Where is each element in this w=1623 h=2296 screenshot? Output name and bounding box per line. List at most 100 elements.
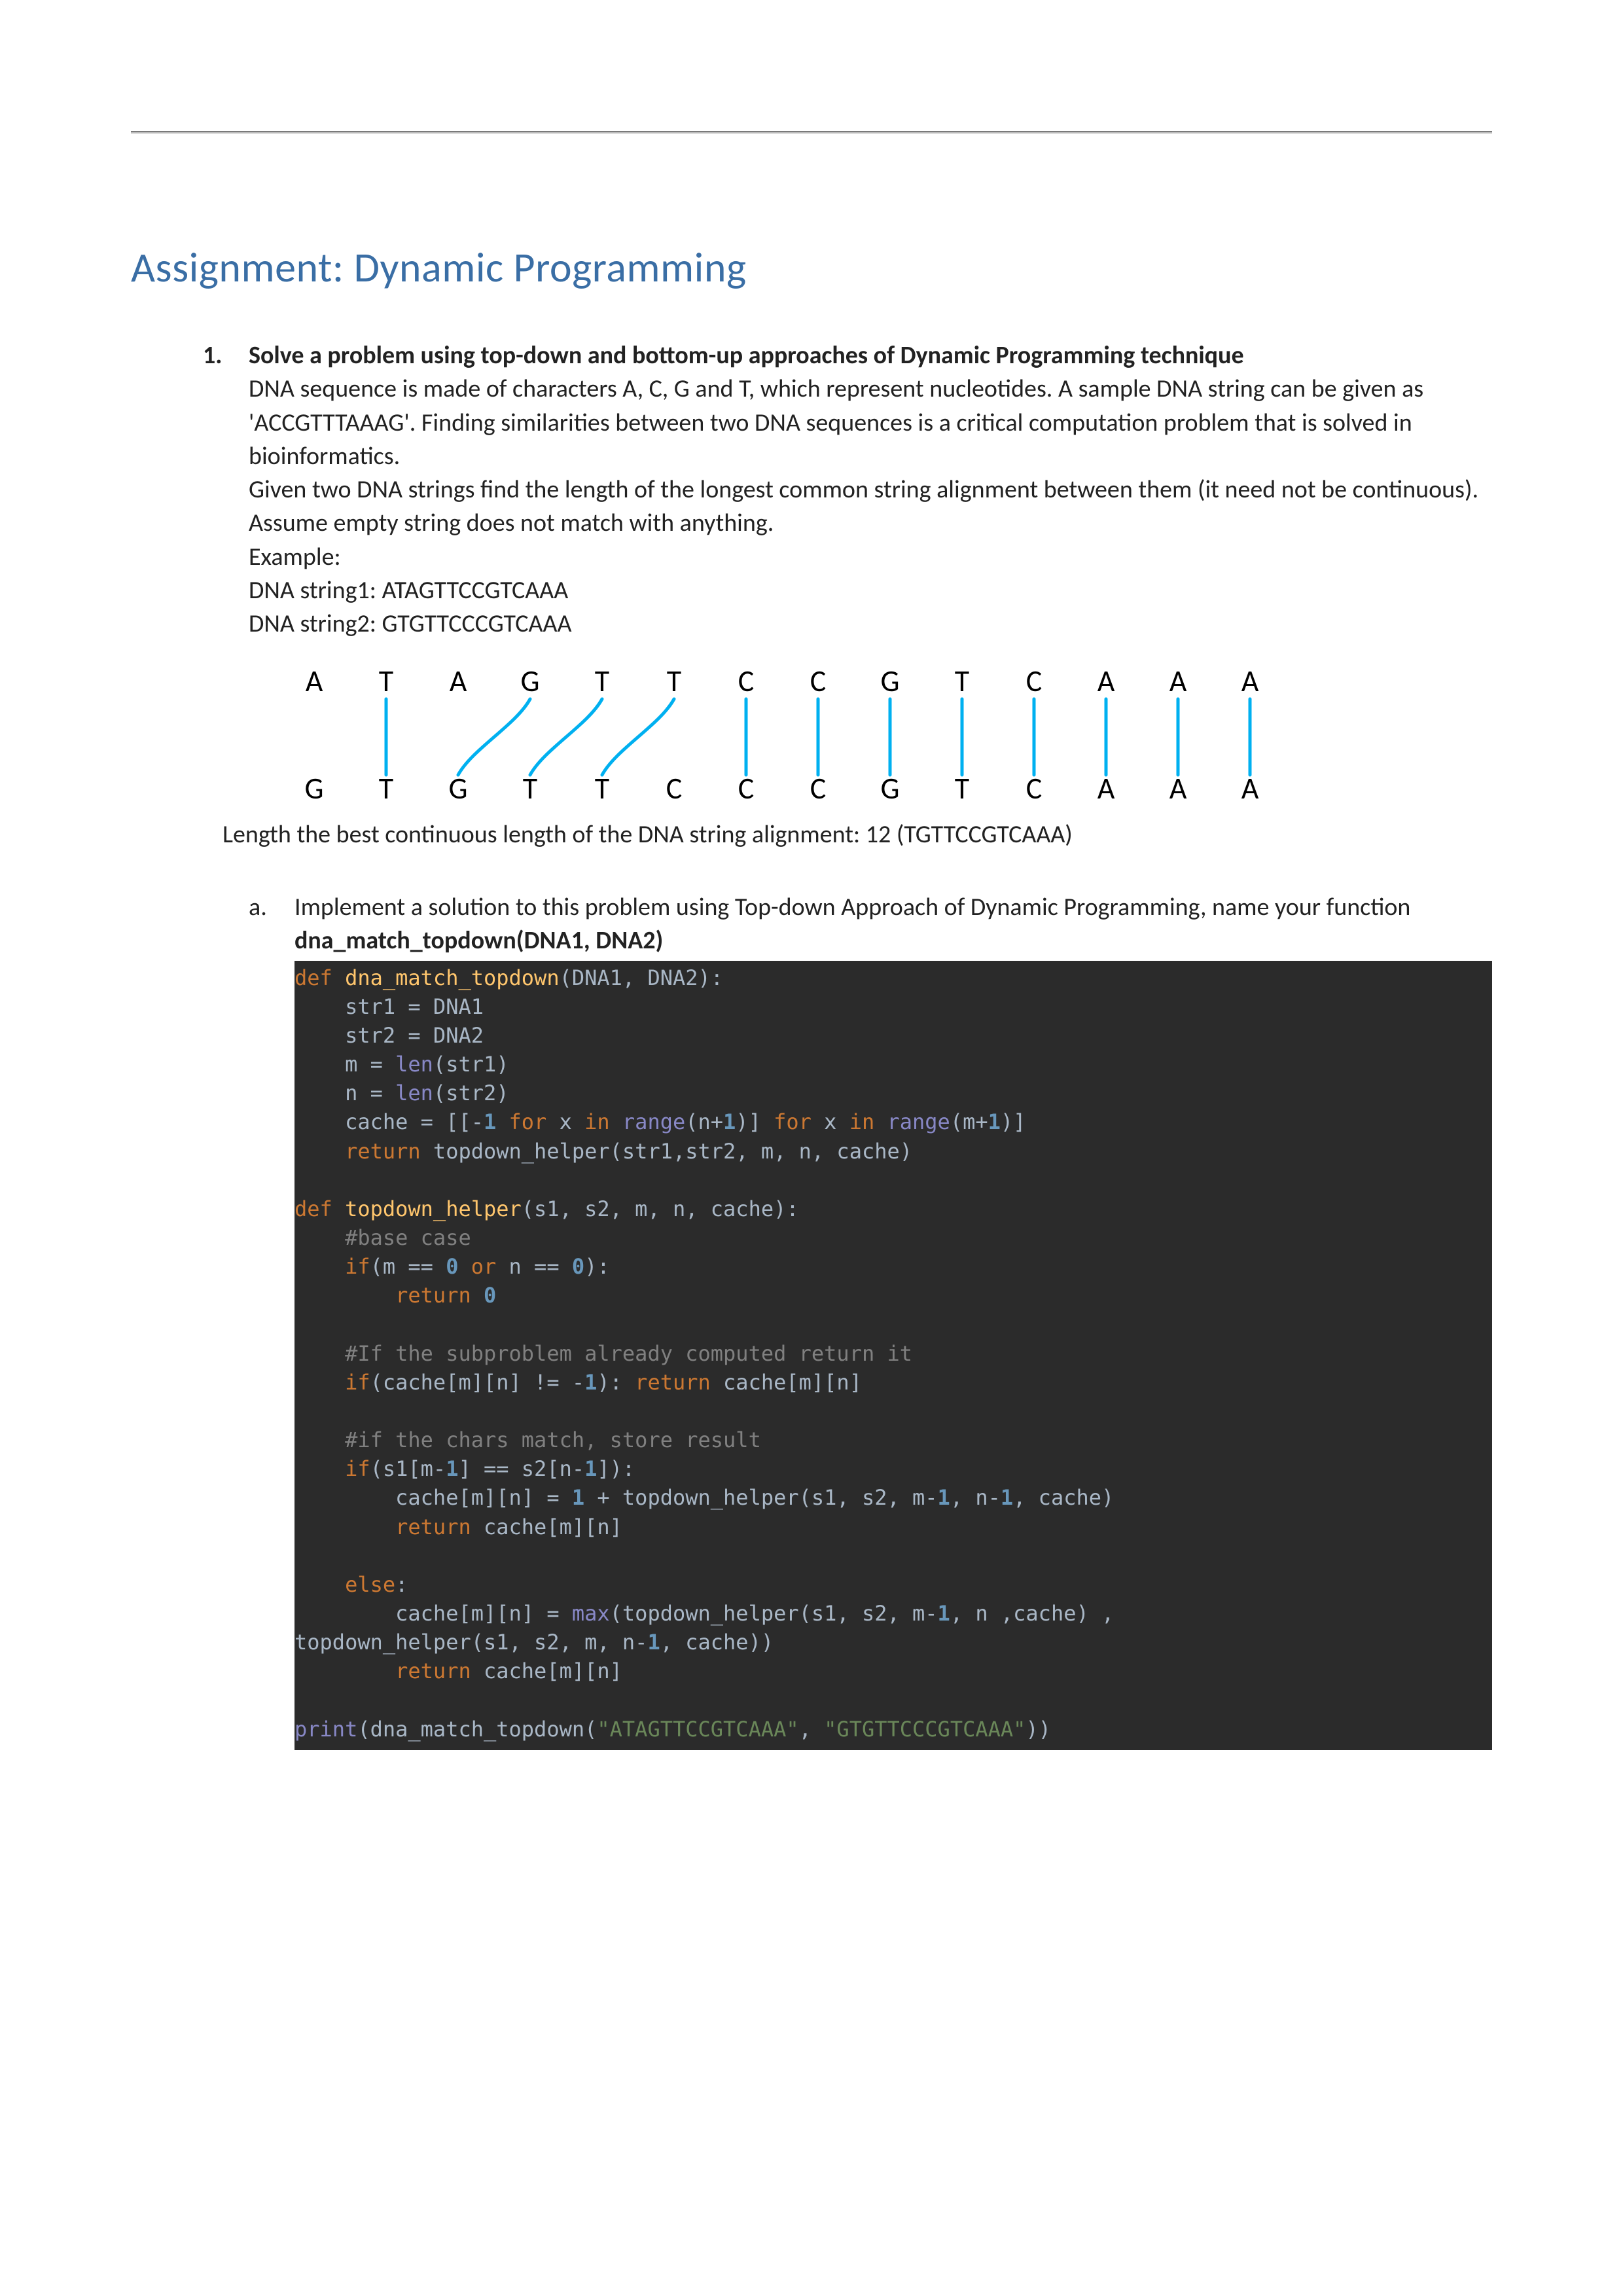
svg-text:G: G: [520, 663, 539, 700]
question-number: 1.: [203, 339, 249, 1750]
code-builtin: print: [294, 1717, 357, 1742]
code-kw: or: [471, 1254, 497, 1279]
code-text: [294, 1572, 345, 1597]
svg-text:A: A: [1169, 770, 1187, 807]
code-builtin: len: [395, 1081, 433, 1105]
code-kw: for: [509, 1109, 547, 1134]
code-number: 0: [572, 1254, 584, 1279]
dna-string-2: DNA string2: GTGTTCCCGTCAAA: [249, 607, 1492, 641]
code-kw: return: [345, 1139, 421, 1164]
question-1: 1. Solve a problem using top-down and bo…: [203, 339, 1492, 1750]
alignment-svg: ATAGTTCCGTCAAA GTGTTCCCGTCAAA: [294, 661, 1315, 812]
code-text: (cache[m][n] != -: [370, 1370, 585, 1395]
code-kw: in: [849, 1109, 875, 1134]
code-text: (str1): [433, 1052, 509, 1077]
code-text: [294, 1139, 345, 1164]
code-text: [874, 1109, 887, 1134]
code-text: ):: [597, 1370, 635, 1395]
svg-text:T: T: [595, 663, 609, 700]
code-text: topdown_helper(str1,str2, m, n, cache): [421, 1139, 912, 1164]
code-text: cache[m][n]: [471, 1515, 622, 1539]
code-number: 1: [938, 1485, 950, 1510]
code-text: )]: [736, 1109, 774, 1134]
code-builtin: range: [887, 1109, 950, 1134]
svg-text:T: T: [955, 770, 969, 807]
code-string: "GTGTTCCCGTCAAA": [824, 1717, 1026, 1742]
svg-text:G: G: [880, 770, 899, 807]
code-block-topdown: def dna_match_topdown(DNA1, DNA2): str1 …: [294, 961, 1492, 1750]
code-text: cache = [[-: [294, 1109, 484, 1134]
svg-text:T: T: [379, 770, 393, 807]
code-kw: if: [345, 1456, 370, 1481]
code-number: 1: [647, 1630, 660, 1655]
svg-text:C: C: [810, 663, 827, 700]
code-text: , n-: [950, 1485, 1001, 1510]
code-number: 1: [446, 1456, 458, 1481]
code-text: (topdown_helper(s1, s2, m-: [610, 1601, 938, 1626]
code-kw: for: [774, 1109, 812, 1134]
code-text: , cache)): [660, 1630, 774, 1655]
svg-text:A: A: [1169, 663, 1187, 700]
code-text: (str2): [433, 1081, 509, 1105]
code-number: 1: [584, 1370, 597, 1395]
code-text: (m ==: [370, 1254, 446, 1279]
svg-text:A: A: [1241, 770, 1259, 807]
code-number: 1: [988, 1109, 1001, 1134]
code-string: "ATAGTTCCGTCAAA": [597, 1717, 798, 1742]
alignment-length-result: Length the best continuous length of the…: [223, 818, 1492, 852]
question-paragraph-2: Given two DNA strings find the length of…: [249, 473, 1492, 541]
code-kw: if: [345, 1370, 370, 1395]
code-kw: def: [294, 965, 345, 990]
code-kw: return: [635, 1370, 711, 1395]
svg-text:A: A: [1241, 663, 1259, 700]
code-text: (DNA1, DNA2):: [560, 965, 723, 990]
svg-text:A: A: [306, 663, 323, 700]
svg-text:A: A: [1097, 770, 1115, 807]
code-text: + topdown_helper(s1, s2, m-: [584, 1485, 937, 1510]
svg-text:C: C: [1026, 770, 1043, 807]
code-text: ):: [584, 1254, 610, 1279]
code-comment: #if the chars match, store result: [294, 1427, 761, 1452]
code-number: 0: [484, 1283, 496, 1308]
code-text: (dna_match_topdown(: [357, 1717, 597, 1742]
code-text: ]):: [597, 1456, 635, 1481]
code-number: 1: [584, 1456, 597, 1481]
code-number: 1: [1001, 1485, 1013, 1510]
code-text: , n ,cache) ,: [950, 1601, 1114, 1626]
code-kw: return: [395, 1515, 471, 1539]
code-builtin: max: [572, 1601, 610, 1626]
code-text: n ==: [496, 1254, 572, 1279]
svg-text:T: T: [379, 663, 393, 700]
sub-question-a: a. Implement a solution to this problem …: [249, 891, 1492, 1750]
code-text: topdown_helper(s1, s2, m, n-: [294, 1630, 647, 1655]
code-number: 1: [723, 1109, 736, 1134]
code-text: :: [395, 1572, 408, 1597]
sub-question-text: Implement a solution to this problem usi…: [294, 892, 1410, 922]
svg-text:C: C: [666, 770, 683, 807]
code-text: )): [1026, 1717, 1051, 1742]
svg-text:T: T: [955, 663, 969, 700]
code-comment: #base case: [294, 1225, 471, 1250]
svg-text:G: G: [880, 663, 899, 700]
svg-text:T: T: [523, 770, 537, 807]
code-builtin: len: [395, 1052, 433, 1077]
code-text: (s1[m-: [370, 1456, 446, 1481]
svg-text:T: T: [595, 770, 609, 807]
code-text: cache[m][n] =: [294, 1485, 572, 1510]
code-text: [458, 1254, 471, 1279]
question-paragraph-1: DNA sequence is made of characters A, C,…: [249, 372, 1492, 473]
code-kw: return: [395, 1283, 484, 1308]
code-text: ,: [799, 1717, 825, 1742]
question-body: Solve a problem using top-down and botto…: [249, 339, 1492, 1750]
svg-text:C: C: [810, 770, 827, 807]
code-text: cache[m][n] =: [294, 1601, 572, 1626]
code-text: ] == s2[n-: [458, 1456, 584, 1481]
code-text: [294, 1254, 345, 1279]
code-text: (n+: [685, 1109, 723, 1134]
code-text: (m+: [950, 1109, 988, 1134]
code-text: n =: [294, 1081, 395, 1105]
horizontal-rule: [131, 131, 1492, 134]
svg-text:C: C: [738, 770, 755, 807]
svg-text:A: A: [450, 663, 467, 700]
code-text: [294, 1283, 395, 1308]
